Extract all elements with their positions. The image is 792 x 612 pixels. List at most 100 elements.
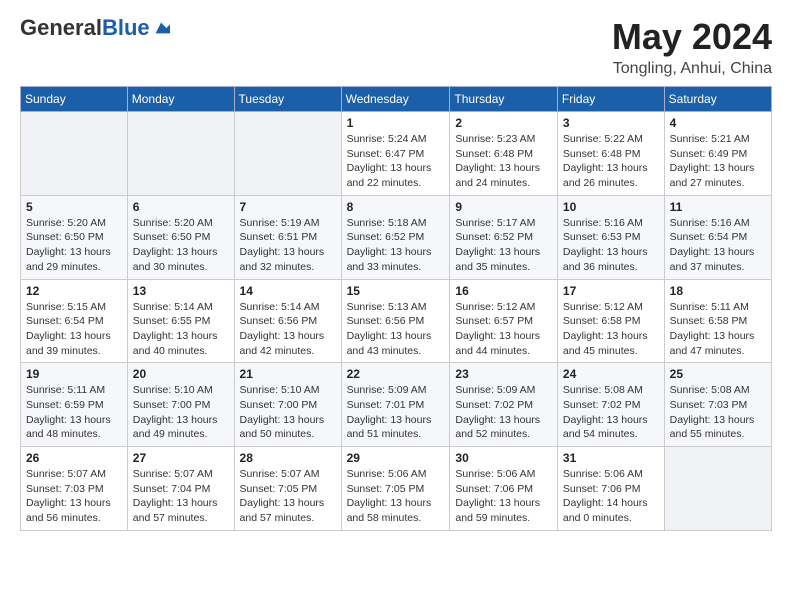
day-number: 26 [26,451,122,465]
day-info: Sunrise: 5:19 AMSunset: 6:51 PMDaylight:… [240,216,336,275]
calendar-week-1: 1 Sunrise: 5:24 AMSunset: 6:47 PMDaylight… [21,112,772,196]
day-info: Sunrise: 5:11 AMSunset: 6:59 PMDaylight:… [26,383,122,442]
calendar-cell [127,112,234,196]
calendar-cell: 14Sunrise: 5:14 AMSunset: 6:56 PMDayligh… [234,279,341,363]
day-info: Sunrise: 5:16 AMSunset: 6:54 PMDaylight:… [670,216,766,275]
day-info: Sunrise: 5:06 AMSunset: 7:06 PMDaylight:… [563,467,659,526]
calendar-cell: 30Sunrise: 5:06 AMSunset: 7:06 PMDayligh… [450,447,558,531]
day-info: Sunrise: 5:16 AMSunset: 6:53 PMDaylight:… [563,216,659,275]
day-number: 20 [133,367,229,381]
day-number: 21 [240,367,336,381]
calendar-cell: 1 Sunrise: 5:24 AMSunset: 6:47 PMDaylight… [341,112,450,196]
day-number: 27 [133,451,229,465]
title-block: May 2024 Tongling, Anhui, China [612,16,772,78]
calendar-table: SundayMondayTuesdayWednesdayThursdayFrid… [20,86,772,531]
calendar-cell: 4 Sunrise: 5:21 AMSunset: 6:49 PMDaylight… [664,112,771,196]
day-number: 17 [563,284,659,298]
day-info: Sunrise: 5:09 AMSunset: 7:01 PMDaylight:… [347,383,445,442]
calendar-week-3: 12 Sunrise: 5:15 AMSunset: 6:54 PMDayligh… [21,279,772,363]
day-info: Sunrise: 5:10 AMSunset: 7:00 PMDaylight:… [133,383,229,442]
weekday-header-tuesday: Tuesday [234,87,341,112]
day-number: 7 [240,200,336,214]
header: GeneralBlue May 2024 Tongling, Anhui, Ch… [20,16,772,78]
calendar-cell: 9 Sunrise: 5:17 AMSunset: 6:52 PMDaylight… [450,195,558,279]
day-info: Sunrise: 5:24 AMSunset: 6:47 PMDaylight:… [347,132,445,191]
calendar-week-2: 5 Sunrise: 5:20 AMSunset: 6:50 PMDaylight… [21,195,772,279]
day-number: 31 [563,451,659,465]
calendar-cell [234,112,341,196]
day-number: 6 [133,200,229,214]
day-info: Sunrise: 5:21 AMSunset: 6:49 PMDaylight:… [670,132,766,191]
calendar-cell: 12 Sunrise: 5:15 AMSunset: 6:54 PMDayligh… [21,279,128,363]
day-info: Sunrise: 5:14 AMSunset: 6:55 PMDaylight:… [133,300,229,359]
calendar-cell: 8Sunrise: 5:18 AMSunset: 6:52 PMDaylight… [341,195,450,279]
day-info: Sunrise: 5:08 AMSunset: 7:03 PMDaylight:… [670,383,766,442]
calendar-cell: 11 Sunrise: 5:16 AMSunset: 6:54 PMDayligh… [664,195,771,279]
logo-icon [152,19,170,37]
calendar-cell: 23 Sunrise: 5:09 AMSunset: 7:02 PMDayligh… [450,363,558,447]
day-number: 12 [26,284,122,298]
day-number: 30 [455,451,552,465]
day-number: 5 [26,200,122,214]
calendar-cell [664,447,771,531]
calendar-cell: 29Sunrise: 5:06 AMSunset: 7:05 PMDayligh… [341,447,450,531]
calendar-cell: 21 Sunrise: 5:10 AMSunset: 7:00 PMDayligh… [234,363,341,447]
day-number: 22 [347,367,445,381]
day-info: Sunrise: 5:22 AMSunset: 6:48 PMDaylight:… [563,132,659,191]
day-number: 15 [347,284,445,298]
weekday-header-sunday: Sunday [21,87,128,112]
day-number: 9 [455,200,552,214]
calendar-cell: 13 Sunrise: 5:14 AMSunset: 6:55 PMDayligh… [127,279,234,363]
day-info: Sunrise: 5:14 AMSunset: 6:56 PMDaylight:… [240,300,336,359]
calendar-cell: 31 Sunrise: 5:06 AMSunset: 7:06 PMDayligh… [557,447,664,531]
day-info: Sunrise: 5:23 AMSunset: 6:48 PMDaylight:… [455,132,552,191]
day-info: Sunrise: 5:09 AMSunset: 7:02 PMDaylight:… [455,383,552,442]
calendar-cell: 6 Sunrise: 5:20 AMSunset: 6:50 PMDaylight… [127,195,234,279]
day-number: 29 [347,451,445,465]
calendar-cell [21,112,128,196]
day-number: 4 [670,116,766,130]
calendar-cell: 18Sunrise: 5:11 AMSunset: 6:58 PMDayligh… [664,279,771,363]
day-number: 3 [563,116,659,130]
weekday-header-saturday: Saturday [664,87,771,112]
calendar-cell: 3 Sunrise: 5:22 AMSunset: 6:48 PMDaylight… [557,112,664,196]
day-number: 1 [347,116,445,130]
logo-text: GeneralBlue [20,16,150,40]
calendar-cell: 26 Sunrise: 5:07 AMSunset: 7:03 PMDayligh… [21,447,128,531]
calendar-cell: 2 Sunrise: 5:23 AMSunset: 6:48 PMDaylight… [450,112,558,196]
day-info: Sunrise: 5:08 AMSunset: 7:02 PMDaylight:… [563,383,659,442]
day-info: Sunrise: 5:10 AMSunset: 7:00 PMDaylight:… [240,383,336,442]
day-number: 16 [455,284,552,298]
calendar-cell: 7 Sunrise: 5:19 AMSunset: 6:51 PMDaylight… [234,195,341,279]
day-info: Sunrise: 5:17 AMSunset: 6:52 PMDaylight:… [455,216,552,275]
main-title: May 2024 [612,16,772,58]
day-number: 8 [347,200,445,214]
day-number: 2 [455,116,552,130]
subtitle: Tongling, Anhui, China [612,60,772,78]
day-info: Sunrise: 5:07 AMSunset: 7:03 PMDaylight:… [26,467,122,526]
day-number: 23 [455,367,552,381]
calendar-cell: 5 Sunrise: 5:20 AMSunset: 6:50 PMDaylight… [21,195,128,279]
day-info: Sunrise: 5:15 AMSunset: 6:54 PMDaylight:… [26,300,122,359]
calendar-cell: 27Sunrise: 5:07 AMSunset: 7:04 PMDayligh… [127,447,234,531]
logo: GeneralBlue [20,16,170,40]
calendar-cell: 10 Sunrise: 5:16 AMSunset: 6:53 PMDayligh… [557,195,664,279]
calendar-header-row: SundayMondayTuesdayWednesdayThursdayFrid… [21,87,772,112]
day-info: Sunrise: 5:20 AMSunset: 6:50 PMDaylight:… [133,216,229,275]
day-info: Sunrise: 5:12 AMSunset: 6:58 PMDaylight:… [563,300,659,359]
calendar-cell: 22 Sunrise: 5:09 AMSunset: 7:01 PMDayligh… [341,363,450,447]
day-number: 10 [563,200,659,214]
calendar-cell: 15Sunrise: 5:13 AMSunset: 6:56 PMDayligh… [341,279,450,363]
weekday-header-monday: Monday [127,87,234,112]
calendar-cell: 20 Sunrise: 5:10 AMSunset: 7:00 PMDayligh… [127,363,234,447]
weekday-header-wednesday: Wednesday [341,87,450,112]
day-info: Sunrise: 5:12 AMSunset: 6:57 PMDaylight:… [455,300,552,359]
day-number: 11 [670,200,766,214]
day-number: 13 [133,284,229,298]
day-number: 25 [670,367,766,381]
day-info: Sunrise: 5:07 AMSunset: 7:05 PMDaylight:… [240,467,336,526]
day-info: Sunrise: 5:20 AMSunset: 6:50 PMDaylight:… [26,216,122,275]
page: GeneralBlue May 2024 Tongling, Anhui, Ch… [0,0,792,547]
calendar-week-4: 19Sunrise: 5:11 AMSunset: 6:59 PMDayligh… [21,363,772,447]
day-number: 18 [670,284,766,298]
